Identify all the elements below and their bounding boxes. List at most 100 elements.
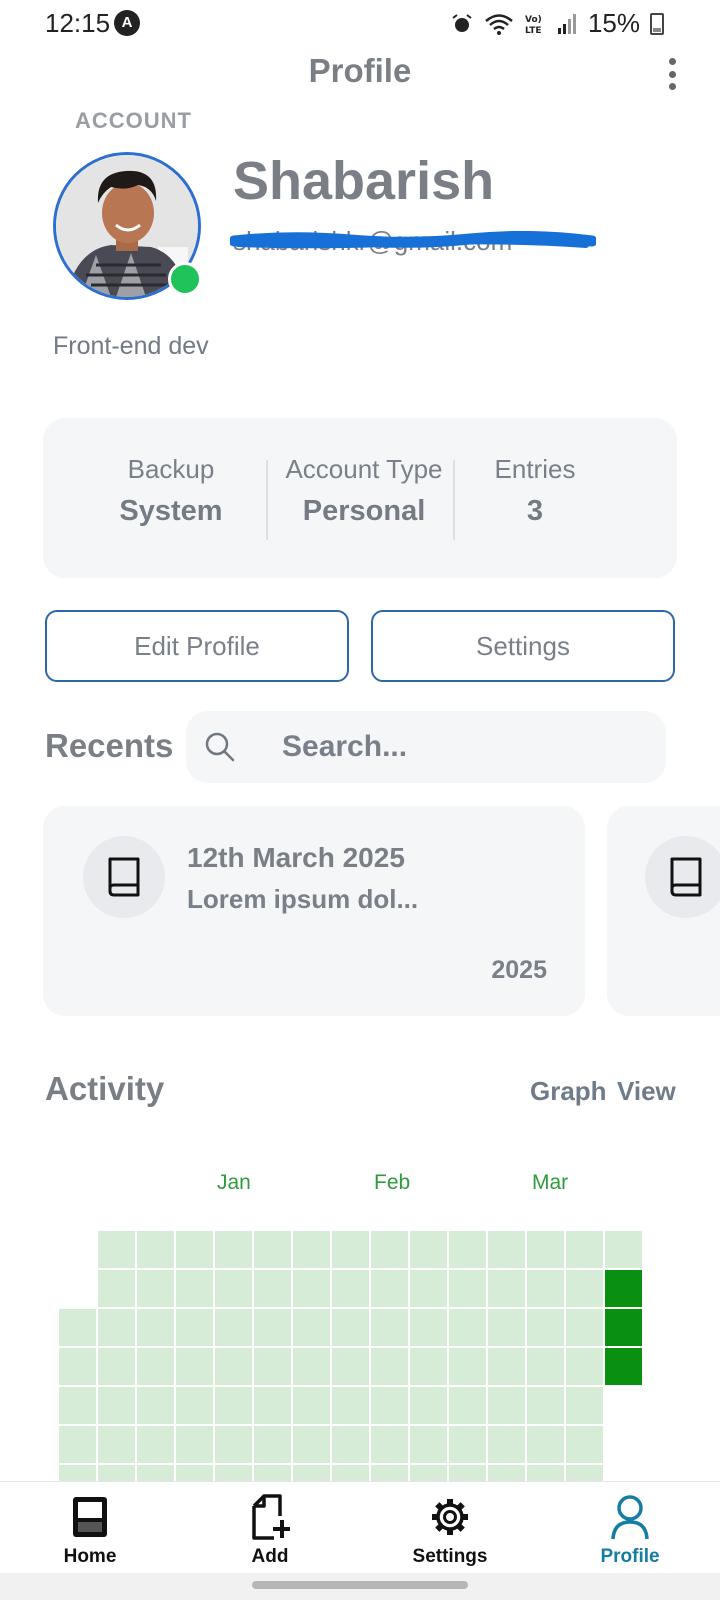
heatmap-cell[interactable]	[59, 1426, 96, 1463]
heatmap-cell[interactable]	[566, 1270, 603, 1307]
heatmap-cell[interactable]	[98, 1270, 135, 1307]
heatmap-cell[interactable]	[98, 1426, 135, 1463]
heatmap-cell[interactable]	[371, 1426, 408, 1463]
heatmap-cell[interactable]	[176, 1270, 213, 1307]
heatmap-cell[interactable]	[449, 1387, 486, 1424]
heatmap-cell[interactable]	[254, 1309, 291, 1346]
heatmap-cell[interactable]	[176, 1387, 213, 1424]
avatar[interactable]	[53, 152, 202, 300]
heatmap-cell[interactable]	[137, 1231, 174, 1268]
gesture-bar[interactable]	[252, 1581, 468, 1589]
heatmap-cell[interactable]	[254, 1387, 291, 1424]
heatmap-cell[interactable]	[137, 1348, 174, 1385]
heatmap-cell[interactable]	[332, 1231, 369, 1268]
nav-home[interactable]: Home	[0, 1482, 180, 1574]
heatmap-cell[interactable]	[488, 1309, 525, 1346]
heatmap-cell[interactable]	[137, 1309, 174, 1346]
recent-entry-card[interactable]	[607, 806, 720, 1016]
heatmap-cell[interactable]	[137, 1270, 174, 1307]
nav-add[interactable]: Add	[180, 1482, 360, 1574]
heatmap-cell[interactable]	[293, 1270, 330, 1307]
heatmap-cell[interactable]	[371, 1231, 408, 1268]
heatmap-cell[interactable]	[605, 1309, 642, 1346]
heatmap-cell[interactable]	[215, 1387, 252, 1424]
heatmap-cell[interactable]	[254, 1426, 291, 1463]
heatmap-cell[interactable]	[215, 1231, 252, 1268]
heatmap-cell[interactable]	[527, 1426, 564, 1463]
heatmap-cell[interactable]	[488, 1270, 525, 1307]
heatmap-cell[interactable]	[332, 1270, 369, 1307]
heatmap-cell[interactable]	[98, 1309, 135, 1346]
heatmap-cell[interactable]	[410, 1231, 447, 1268]
heatmap-cell[interactable]	[293, 1426, 330, 1463]
heatmap-cell[interactable]	[332, 1387, 369, 1424]
heatmap-cell[interactable]	[527, 1309, 564, 1346]
heatmap-cell[interactable]	[254, 1270, 291, 1307]
heatmap-cell[interactable]	[371, 1309, 408, 1346]
heatmap-cell[interactable]	[488, 1387, 525, 1424]
heatmap-cell[interactable]	[332, 1348, 369, 1385]
settings-button[interactable]: Settings	[371, 610, 675, 682]
heatmap-cell[interactable]	[254, 1231, 291, 1268]
heatmap-cell[interactable]	[371, 1348, 408, 1385]
heatmap-cell[interactable]	[215, 1348, 252, 1385]
heatmap-cell[interactable]	[254, 1348, 291, 1385]
heatmap-cell[interactable]	[527, 1387, 564, 1424]
heatmap-cell[interactable]	[566, 1426, 603, 1463]
heatmap-cell[interactable]	[410, 1426, 447, 1463]
heatmap-cell[interactable]	[410, 1348, 447, 1385]
heatmap-cell[interactable]	[605, 1231, 642, 1268]
heatmap-cell[interactable]	[59, 1309, 96, 1346]
heatmap-cell[interactable]	[293, 1348, 330, 1385]
heatmap-cell[interactable]	[449, 1231, 486, 1268]
heatmap-cell[interactable]	[293, 1309, 330, 1346]
heatmap-cell[interactable]	[449, 1309, 486, 1346]
search-box[interactable]	[186, 711, 666, 783]
heatmap-cell[interactable]	[527, 1270, 564, 1307]
heatmap-cell[interactable]	[527, 1231, 564, 1268]
heatmap-cell[interactable]	[98, 1348, 135, 1385]
heatmap-cell[interactable]	[605, 1270, 642, 1307]
heatmap-cell[interactable]	[371, 1270, 408, 1307]
kebab-menu-icon[interactable]	[664, 54, 680, 94]
heatmap-cell[interactable]	[98, 1231, 135, 1268]
heatmap-cell[interactable]	[137, 1426, 174, 1463]
heatmap-cell[interactable]	[605, 1348, 642, 1385]
heatmap-cell[interactable]	[332, 1426, 369, 1463]
heatmap-cell[interactable]	[59, 1387, 96, 1424]
heatmap-cell[interactable]	[176, 1309, 213, 1346]
heatmap-cell[interactable]	[371, 1387, 408, 1424]
heatmap-cell[interactable]	[566, 1309, 603, 1346]
heatmap-cell[interactable]	[332, 1309, 369, 1346]
heatmap-cell[interactable]	[410, 1387, 447, 1424]
heatmap-cell[interactable]	[215, 1270, 252, 1307]
heatmap-cell[interactable]	[566, 1387, 603, 1424]
view-toggle[interactable]: View	[617, 1076, 676, 1107]
heatmap-cell[interactable]	[488, 1426, 525, 1463]
nav-profile[interactable]: Profile	[540, 1482, 720, 1574]
graph-view-toggle[interactable]: Graph	[530, 1076, 607, 1107]
heatmap-cell[interactable]	[176, 1231, 213, 1268]
heatmap-cell[interactable]	[215, 1426, 252, 1463]
search-input[interactable]	[282, 729, 642, 765]
heatmap-cell[interactable]	[98, 1387, 135, 1424]
heatmap-cell[interactable]	[566, 1231, 603, 1268]
heatmap-cell[interactable]	[176, 1426, 213, 1463]
heatmap-cell[interactable]	[215, 1309, 252, 1346]
heatmap-cell[interactable]	[293, 1387, 330, 1424]
heatmap-cell[interactable]	[59, 1348, 96, 1385]
recent-entry-card[interactable]: 12th March 2025 Lorem ipsum dol... 2025	[43, 806, 585, 1016]
heatmap-cell[interactable]	[176, 1348, 213, 1385]
heatmap-cell[interactable]	[449, 1270, 486, 1307]
edit-profile-button[interactable]: Edit Profile	[45, 610, 349, 682]
heatmap-cell[interactable]	[566, 1348, 603, 1385]
heatmap-cell[interactable]	[527, 1348, 564, 1385]
heatmap-cell[interactable]	[410, 1309, 447, 1346]
heatmap-cell[interactable]	[488, 1231, 525, 1268]
heatmap-cell[interactable]	[488, 1348, 525, 1385]
heatmap-cell[interactable]	[137, 1387, 174, 1424]
heatmap-cell[interactable]	[293, 1231, 330, 1268]
heatmap-cell[interactable]	[449, 1348, 486, 1385]
heatmap-cell[interactable]	[410, 1270, 447, 1307]
heatmap-cell[interactable]	[449, 1426, 486, 1463]
